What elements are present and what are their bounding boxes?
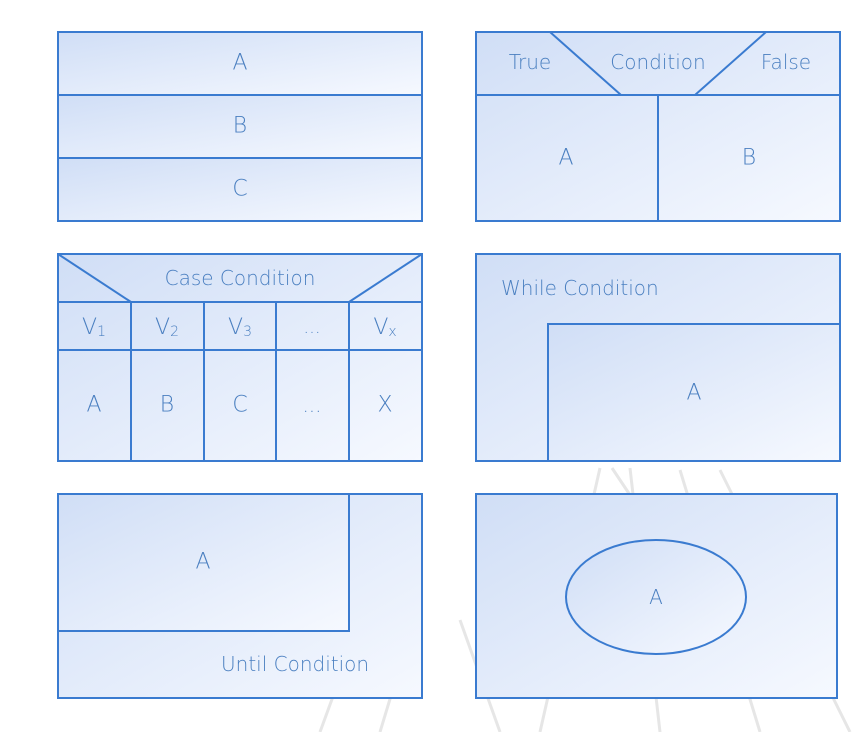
true-label: True bbox=[509, 50, 551, 74]
sequence-a-label: A bbox=[232, 51, 247, 76]
case-action-b: B bbox=[160, 393, 174, 418]
condition-label: Condition bbox=[610, 50, 705, 74]
case-block: Case Condition V1 V2 V3 ... Vx A B C ...… bbox=[57, 253, 423, 462]
case-action-a: A bbox=[86, 393, 101, 418]
case-condition-label: Case Condition bbox=[165, 266, 316, 290]
while-body-label: A bbox=[686, 381, 701, 406]
until-condition-label: Until Condition bbox=[221, 652, 369, 676]
sequence-c-label: C bbox=[232, 177, 247, 202]
until-loop-block: A Until Condition bbox=[57, 493, 423, 699]
case-action-ellipsis: ... bbox=[302, 393, 321, 417]
subroutine-block: A bbox=[475, 493, 838, 699]
case-value-ellipsis: ... bbox=[303, 317, 320, 338]
until-body-label: A bbox=[195, 550, 210, 575]
branch-a-label: A bbox=[558, 146, 573, 171]
branch-b-label: B bbox=[742, 146, 756, 171]
sequence-b-label: B bbox=[233, 114, 247, 139]
nassi-shneiderman-diagram: A B C True Condition False A B Case Cond… bbox=[57, 31, 852, 732]
while-condition-label: While Condition bbox=[501, 276, 659, 300]
case-action-x: X bbox=[377, 393, 392, 418]
if-else-block: True Condition False A B bbox=[475, 31, 841, 222]
false-label: False bbox=[761, 50, 811, 74]
case-action-c: C bbox=[232, 393, 247, 418]
subroutine-label: A bbox=[649, 585, 663, 609]
sequence-block: A B C bbox=[57, 31, 423, 222]
while-loop-block: While Condition A bbox=[475, 253, 841, 462]
